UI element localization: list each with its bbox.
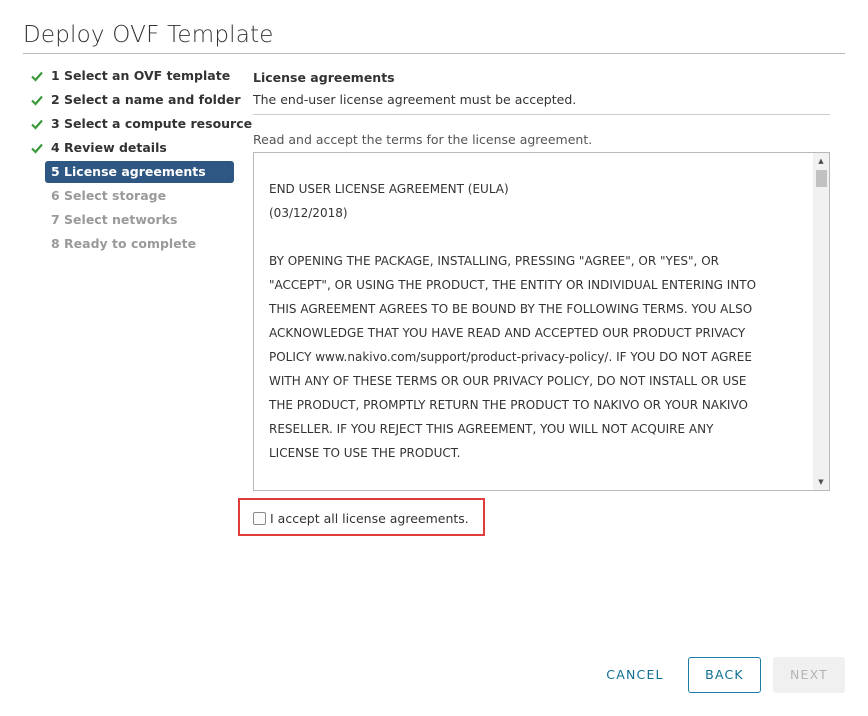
triangle-up-icon[interactable]: ▲ — [813, 153, 829, 169]
title-divider — [23, 53, 845, 54]
step-label: 7 Select networks — [51, 212, 178, 227]
scrollbar-thumb[interactable] — [816, 170, 827, 187]
eula-text-area[interactable]: END USER LICENSE AGREEMENT (EULA) (03/12… — [253, 152, 830, 491]
eula-line: BY OPENING THE PACKAGE, INSTALLING, PRES… — [269, 254, 719, 268]
step-label: 5 License agreements — [51, 164, 206, 179]
dialog-title: Deploy OVF Template — [23, 22, 274, 48]
eula-content: END USER LICENSE AGREEMENT (EULA) (03/12… — [269, 177, 799, 465]
eula-heading: END USER LICENSE AGREEMENT (EULA) — [269, 182, 509, 196]
eula-line: "ACCEPT", OR USING THE PRODUCT, THE ENTI… — [269, 278, 757, 292]
instruction-text: Read and accept the terms for the licens… — [253, 132, 593, 147]
eula-line: POLICY www.nakivo.com/support/product-pr… — [269, 350, 752, 364]
step-label: 1 Select an OVF template — [51, 68, 231, 83]
accept-license-checkbox[interactable] — [253, 512, 266, 525]
checkmark-icon — [31, 71, 43, 82]
step-label: 3 Select a compute resource — [51, 116, 253, 131]
content-divider — [253, 114, 830, 115]
step-license-agreements[interactable]: 5 License agreements — [45, 161, 234, 183]
eula-line: LICENSE TO USE THE PRODUCT. — [269, 446, 461, 460]
step-label: 8 Ready to complete — [51, 236, 197, 251]
eula-line: THE PRODUCT, PROMPTLY RETURN THE PRODUCT… — [269, 398, 748, 412]
eula-line: WITH ANY OF THESE TERMS OR OUR PRIVACY P… — [269, 374, 747, 388]
wizard-steps: 1 Select an OVF template 2 Select a name… — [23, 64, 252, 256]
step-select-name-folder[interactable]: 2 Select a name and folder — [23, 88, 241, 112]
triangle-down-icon[interactable]: ▼ — [813, 474, 829, 490]
section-title: License agreements — [253, 70, 395, 85]
step-review-details[interactable]: 4 Review details — [23, 136, 238, 160]
step-label: 2 Select a name and folder — [51, 92, 241, 107]
section-subtitle: The end-user license agreement must be a… — [253, 92, 577, 107]
step-label: 4 Review details — [51, 140, 167, 155]
checkmark-icon — [31, 143, 43, 154]
eula-line: THIS AGREEMENT AGREES TO BE BOUND BY THE… — [269, 302, 753, 316]
back-button[interactable]: BACK — [688, 657, 761, 693]
step-select-ovf-template[interactable]: 1 Select an OVF template — [23, 64, 238, 88]
next-button[interactable]: NEXT — [773, 657, 845, 693]
eula-date: (03/12/2018) — [269, 206, 348, 220]
cancel-button[interactable]: CANCEL — [596, 657, 674, 693]
step-ready-to-complete: 8 Ready to complete — [23, 232, 238, 256]
eula-line: RESELLER. IF YOU REJECT THIS AGREEMENT, … — [269, 422, 714, 436]
step-label: 6 Select storage — [51, 188, 167, 203]
step-select-compute-resource[interactable]: 3 Select a compute resource — [23, 112, 252, 136]
step-select-storage: 6 Select storage — [23, 184, 238, 208]
checkmark-icon — [31, 95, 43, 106]
checkmark-icon — [31, 119, 43, 130]
step-select-networks: 7 Select networks — [23, 208, 238, 232]
eula-scrollbar[interactable]: ▲ ▼ — [813, 153, 829, 490]
accept-license-label[interactable]: I accept all license agreements. — [270, 511, 469, 526]
eula-line: ACKNOWLEDGE THAT YOU HAVE READ AND ACCEP… — [269, 326, 746, 340]
